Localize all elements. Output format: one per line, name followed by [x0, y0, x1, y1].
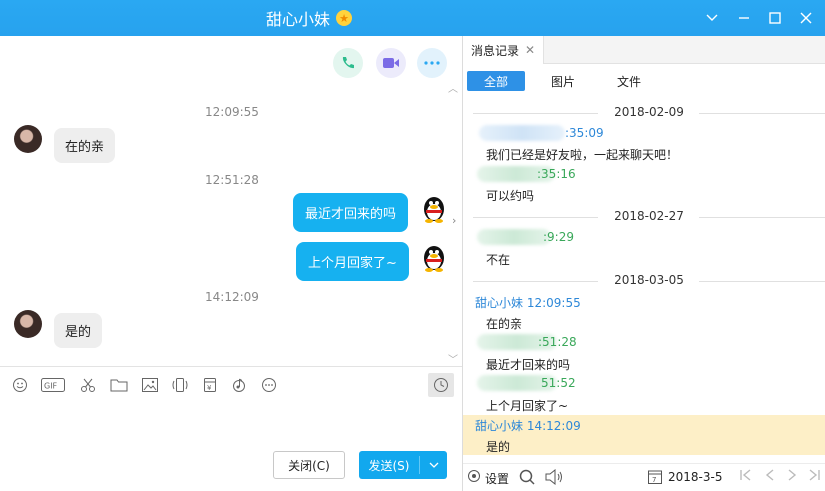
- message-time: 12:51:28: [205, 173, 259, 187]
- prev-page-icon[interactable]: [763, 468, 777, 486]
- star-badge-icon: ★: [336, 10, 353, 26]
- history-message: 我们已经是好友啦，一起来聊天吧！: [486, 148, 679, 162]
- close-button[interactable]: 关闭(C): [273, 451, 345, 479]
- send-button[interactable]: 发送(S): [359, 451, 447, 479]
- gif-icon[interactable]: GIF: [41, 376, 65, 394]
- svg-text:GIF: GIF: [44, 382, 58, 391]
- shake-icon[interactable]: [171, 376, 189, 394]
- music-icon[interactable]: [230, 376, 248, 394]
- history-date[interactable]: 2018-3-5: [668, 470, 722, 484]
- input-divider: [0, 366, 462, 367]
- send-button-label: 发送(S): [368, 458, 410, 473]
- blurred-sender: [479, 125, 565, 141]
- qq-penguin-avatar[interactable]: [420, 193, 448, 223]
- history-message: 最近才回来的吗: [486, 358, 571, 372]
- more-icon[interactable]: [417, 48, 447, 78]
- expand-panel-icon[interactable]: ›: [452, 214, 456, 227]
- chat-pane: ︿ 12:09:55 在的亲 12:51:28 最近才回来的吗 上个月回家了~ …: [0, 36, 462, 491]
- last-page-icon[interactable]: [807, 468, 821, 486]
- outgoing-message: 最近才回来的吗: [293, 193, 409, 232]
- history-tabbar: 消息记录 ✕: [463, 36, 825, 64]
- settings-label[interactable]: 设置: [485, 470, 509, 487]
- window-title: 甜心小妹: [266, 10, 331, 29]
- incoming-message: 在的亲: [54, 128, 116, 163]
- video-icon[interactable]: [376, 48, 406, 78]
- red-packet-icon[interactable]: ¥: [201, 376, 219, 394]
- message-time: 14:12:09: [205, 290, 259, 304]
- calendar-icon[interactable]: 7: [648, 469, 662, 488]
- svg-text:7: 7: [652, 476, 656, 484]
- scroll-down-icon[interactable]: ﹀: [448, 351, 458, 366]
- more-circle-icon[interactable]: [260, 376, 278, 394]
- chevron-down-icon[interactable]: [702, 8, 722, 28]
- minimize-icon[interactable]: [734, 8, 754, 28]
- history-message: 可以约吗: [486, 189, 535, 203]
- phone-icon[interactable]: [333, 48, 363, 78]
- history-time: :35:09: [565, 126, 604, 140]
- history-message: 在的亲: [486, 317, 523, 331]
- scissors-icon[interactable]: [79, 376, 97, 394]
- tab-label: 消息记录: [471, 43, 520, 58]
- qq-penguin-avatar[interactable]: [420, 242, 448, 272]
- close-tab-icon[interactable]: ✕: [525, 43, 535, 57]
- history-time: :9:29: [543, 230, 574, 244]
- image-icon[interactable]: [141, 376, 159, 394]
- scroll-up-icon[interactable]: ︿: [448, 80, 458, 95]
- history-pane: 消息记录 ✕ 全部 图片 文件 2018-02-09 :35:09 我们已经是好…: [463, 36, 825, 491]
- search-icon[interactable]: [519, 469, 535, 489]
- history-message: 不在: [486, 253, 511, 267]
- history-sender-header: 甜心小妹 14:12:09: [475, 419, 581, 433]
- tab-message-history[interactable]: 消息记录 ✕: [463, 36, 545, 64]
- history-bottom-bar: 设置 7 2018-3-5: [463, 463, 825, 491]
- outgoing-message: 上个月回家了~: [296, 242, 409, 281]
- speaker-icon[interactable]: [545, 468, 565, 489]
- message-time: 12:09:55: [205, 105, 259, 119]
- history-time: 51:52: [541, 376, 576, 390]
- history-message: 上个月回家了~: [486, 399, 569, 413]
- folder-icon[interactable]: [110, 376, 128, 394]
- clock-icon[interactable]: [428, 373, 454, 397]
- blurred-sender: [477, 229, 551, 245]
- settings-icon[interactable]: [467, 469, 481, 487]
- maximize-icon[interactable]: [765, 8, 785, 28]
- title-bar: 甜心小妹 ★: [0, 0, 825, 36]
- date-separator: 2018-03-05: [473, 273, 825, 289]
- history-sender-header: 甜心小妹 12:09:55: [475, 296, 581, 310]
- svg-text:¥: ¥: [207, 384, 212, 392]
- next-page-icon[interactable]: [785, 468, 799, 486]
- date-separator: 2018-02-09: [473, 105, 825, 121]
- incoming-message: 是的: [54, 313, 103, 348]
- history-time: :51:28: [538, 335, 577, 349]
- filter-files[interactable]: 文件: [607, 71, 651, 91]
- filter-images[interactable]: 图片: [541, 71, 585, 91]
- first-page-icon[interactable]: [739, 468, 753, 486]
- filter-all[interactable]: 全部: [467, 71, 525, 91]
- history-message: 是的: [486, 440, 511, 454]
- contact-avatar[interactable]: [14, 125, 42, 153]
- date-separator: 2018-02-27: [473, 209, 825, 225]
- emoji-icon[interactable]: [11, 376, 29, 394]
- history-time: :35:16: [537, 167, 576, 181]
- chevron-down-icon[interactable]: [420, 460, 447, 471]
- contact-avatar[interactable]: [14, 310, 42, 338]
- close-icon[interactable]: [796, 8, 816, 28]
